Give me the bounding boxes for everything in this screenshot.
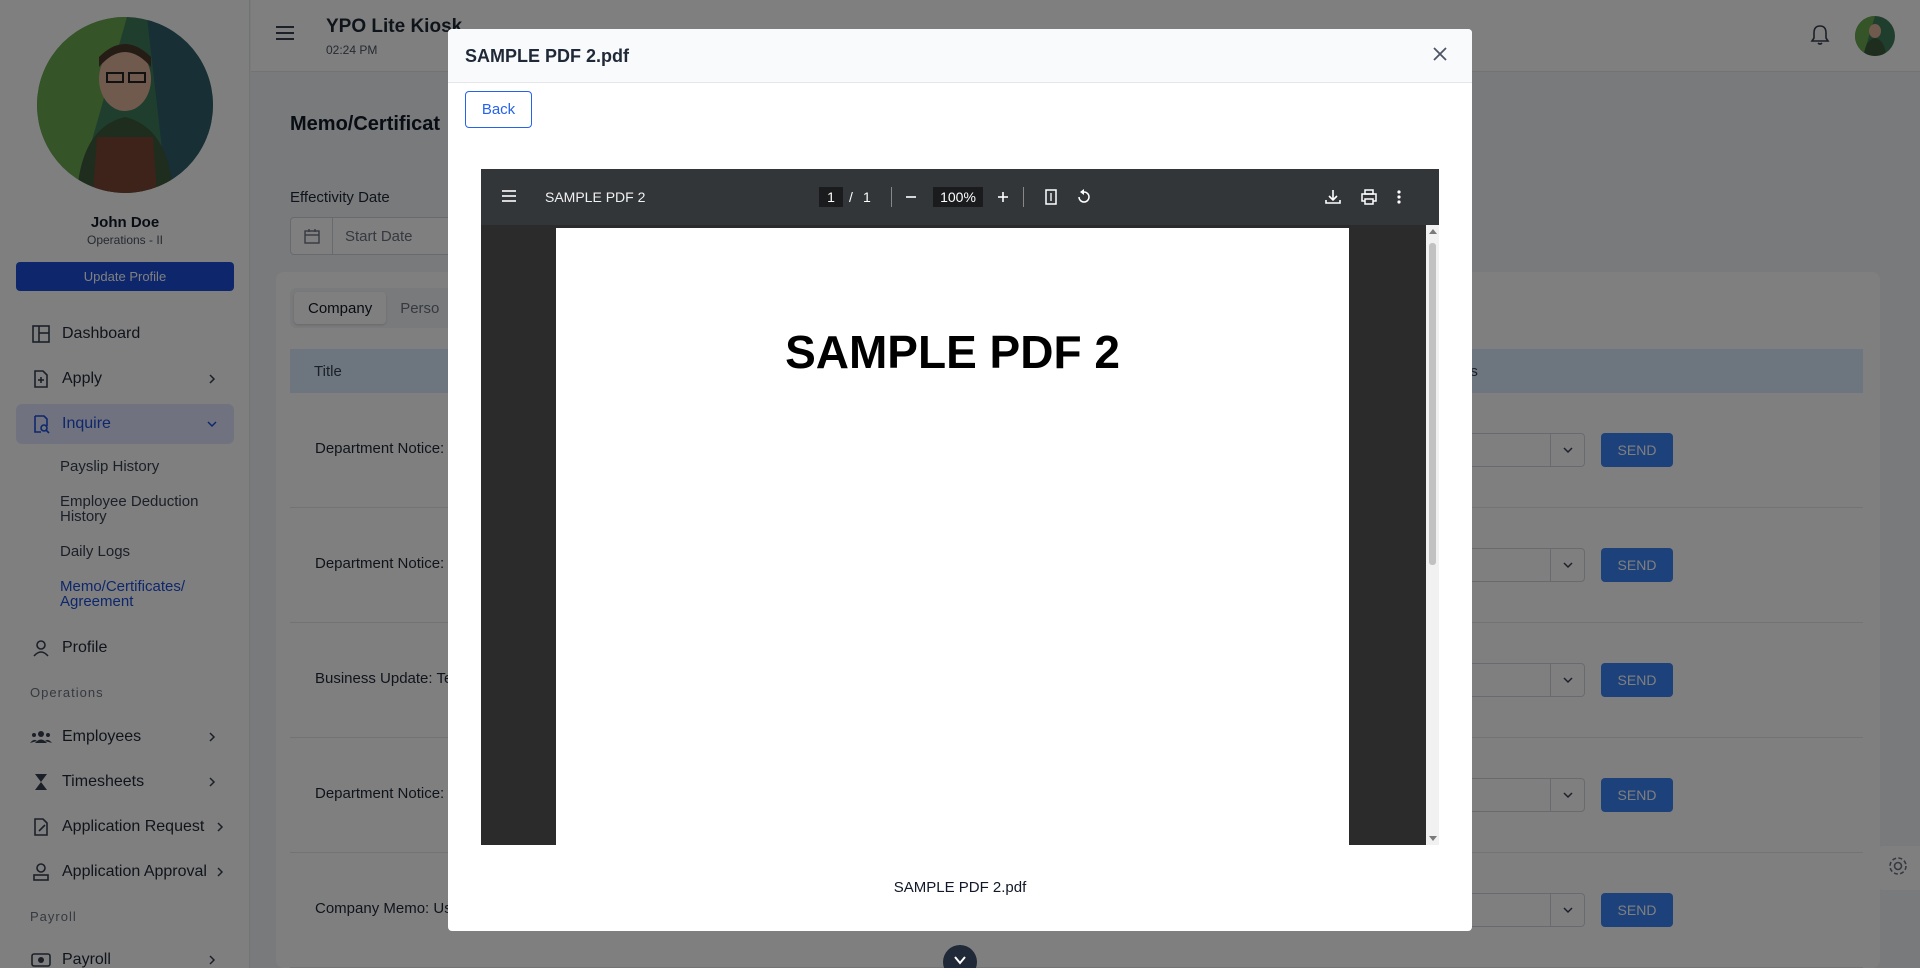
download-icon[interactable] — [1324, 187, 1342, 212]
close-icon — [1432, 46, 1448, 67]
toolbar-divider — [891, 187, 892, 207]
pdf-preview-modal: SAMPLE PDF 2.pdf Back SAMPLE PDF 2 1 / 1… — [448, 29, 1472, 931]
pdf-viewer: SAMPLE PDF 2 1 / 1 100% SAMPLE PDF 2 — [481, 169, 1439, 845]
zoom-out-icon[interactable] — [903, 187, 919, 212]
modal-header: SAMPLE PDF 2.pdf — [448, 29, 1472, 83]
pdf-zoom-input[interactable]: 100% — [933, 187, 983, 207]
scroll-down-icon[interactable] — [1429, 836, 1437, 841]
chevron-down-icon — [953, 952, 967, 968]
pdf-scrollbar[interactable] — [1426, 225, 1439, 845]
back-button[interactable]: Back — [465, 91, 532, 128]
pdf-heading: SAMPLE PDF 2 — [785, 326, 1120, 378]
scrollbar-thumb[interactable] — [1429, 243, 1436, 565]
pdf-page-input[interactable]: 1 — [819, 187, 843, 207]
pdf-page-separator: / — [849, 189, 853, 205]
pdf-caption: SAMPLE PDF 2.pdf — [893, 879, 1027, 896]
scroll-up-icon[interactable] — [1429, 229, 1437, 234]
pdf-page: SAMPLE PDF 2 — [556, 228, 1349, 845]
modal-title: SAMPLE PDF 2.pdf — [465, 46, 630, 66]
close-button[interactable] — [1428, 44, 1452, 68]
pdf-toolbar: SAMPLE PDF 2 1 / 1 100% — [481, 169, 1439, 225]
print-icon[interactable] — [1360, 187, 1378, 212]
more-options-icon[interactable] — [1395, 187, 1403, 212]
pdf-document-name: SAMPLE PDF 2 — [545, 189, 646, 205]
toolbar-divider — [1023, 187, 1024, 207]
zoom-in-icon[interactable] — [995, 187, 1011, 212]
pdf-menu-icon[interactable] — [501, 189, 517, 208]
pdf-page-total: 1 — [863, 189, 871, 205]
fit-page-icon[interactable] — [1043, 187, 1059, 212]
rotate-icon[interactable] — [1075, 187, 1093, 212]
